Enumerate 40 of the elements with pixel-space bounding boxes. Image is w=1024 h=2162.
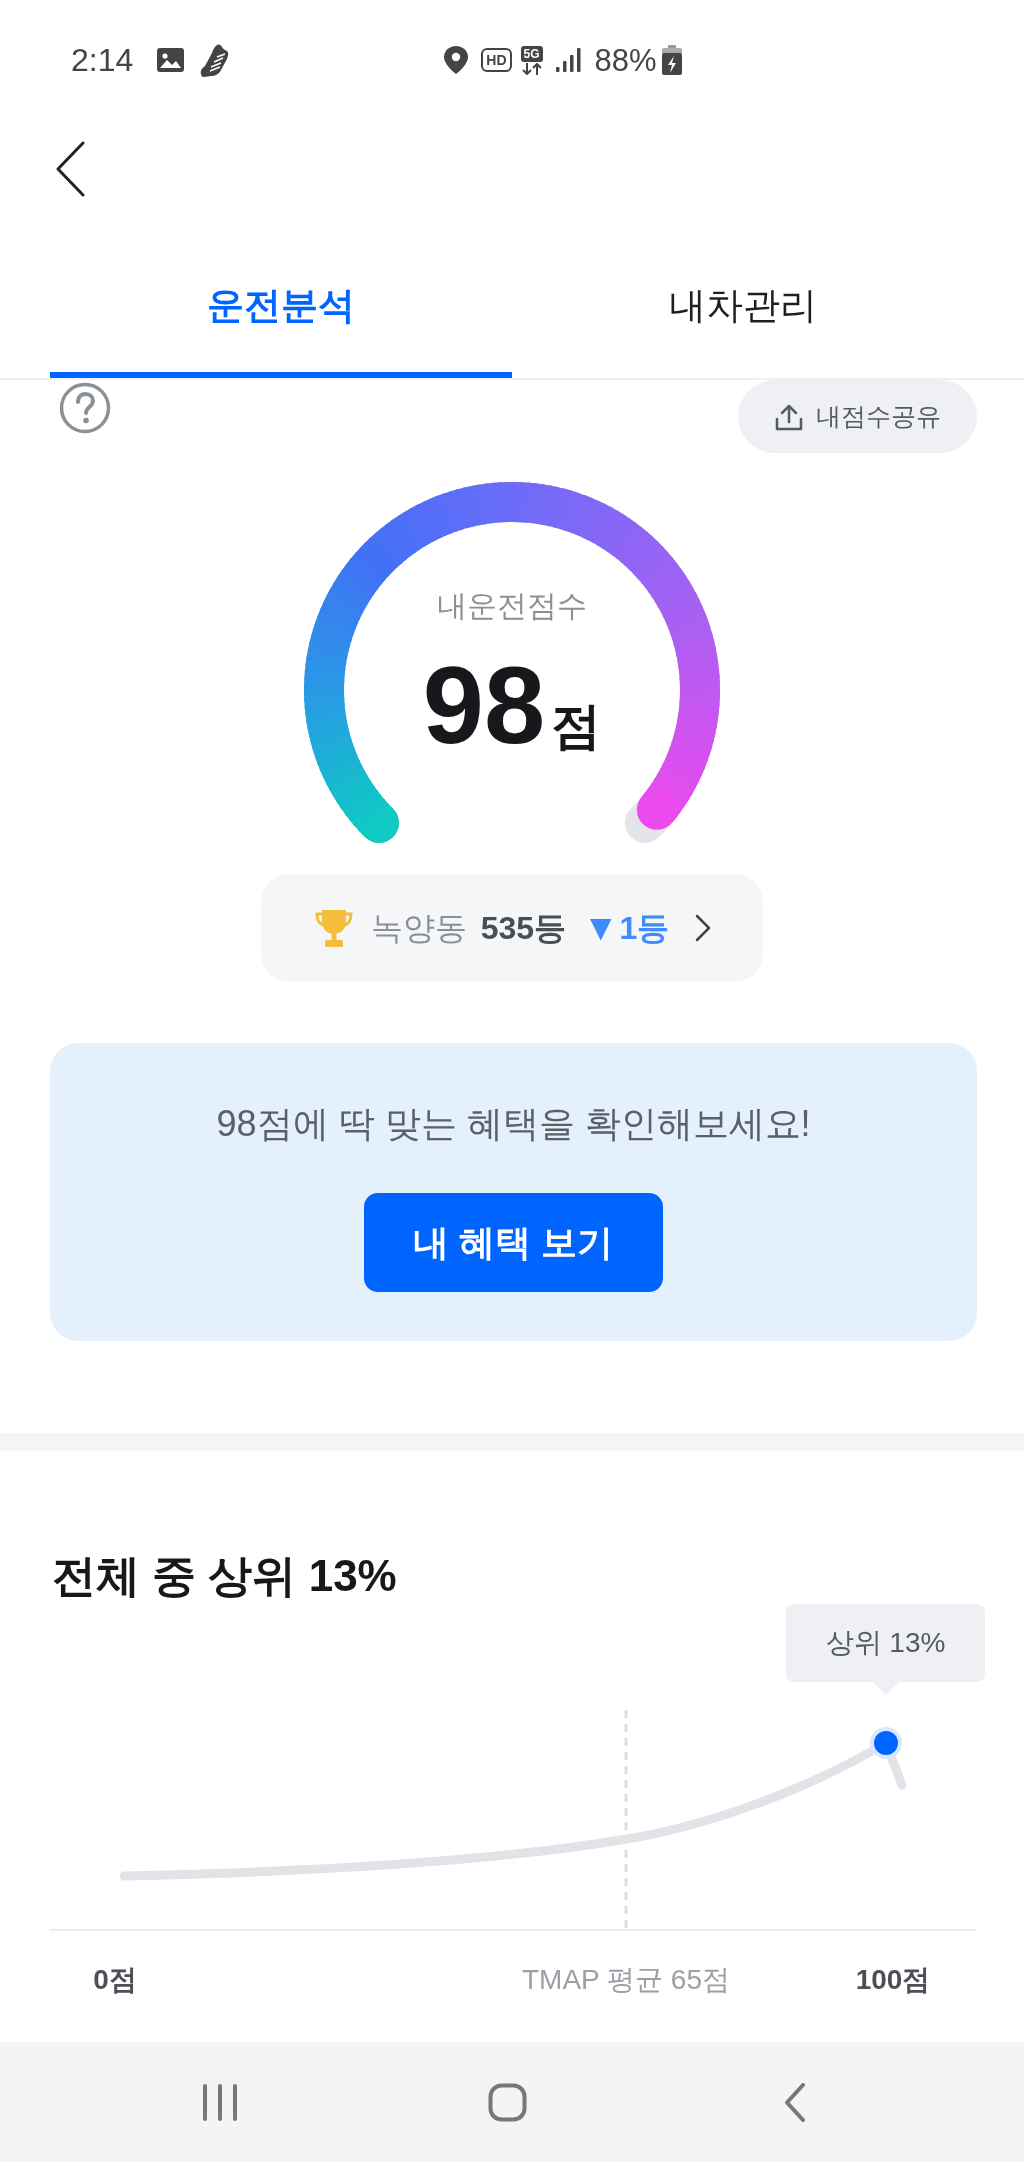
image-icon <box>157 48 185 72</box>
share-score-button[interactable]: 내점수공유 <box>738 380 977 453</box>
chevron-left-icon <box>55 141 85 197</box>
home-button[interactable] <box>487 2082 527 2122</box>
recent-apps-icon <box>202 2082 238 2122</box>
chevron-left-icon <box>782 2082 806 2122</box>
benefit-message: 98점에 딱 맞는 혜택을 확인해보세요! <box>216 1104 811 1144</box>
back-button[interactable] <box>55 141 85 197</box>
sneaker-icon <box>199 43 230 77</box>
battery-percent: 88% <box>594 44 657 76</box>
score-value: 98 <box>422 650 546 760</box>
score-tooltip: 상위 13% <box>786 1604 985 1682</box>
rank-text: 535등 <box>480 912 566 944</box>
score-unit: 점 <box>551 701 602 751</box>
status-time: 2:14 <box>71 44 134 76</box>
hd-voice-indicator: HD <box>481 48 512 72</box>
signal-icon <box>555 48 581 72</box>
score-label: 내운전점수 <box>437 588 587 624</box>
rank-card[interactable]: 녹양동 535등 ▼ 1등 <box>261 874 763 982</box>
view-benefits-button[interactable]: 내 혜택 보기 <box>364 1193 663 1292</box>
location-pin-icon <box>444 46 469 74</box>
help-icon <box>59 382 111 434</box>
axis-label: 0점 <box>93 1963 137 1997</box>
chevron-right-icon <box>695 914 712 942</box>
data-arrows-icon <box>521 62 542 75</box>
rank-change-arrow: ▼ <box>590 914 612 942</box>
back-nav-button[interactable] <box>782 2082 806 2122</box>
rank-change-text: 1등 <box>619 912 670 944</box>
tab[interactable]: 운전분석 <box>50 260 512 378</box>
home-icon <box>487 2082 527 2122</box>
axis-label: 100점 <box>855 1963 931 1997</box>
region-name: 녹양동 <box>370 912 467 944</box>
help-button[interactable] <box>59 382 111 434</box>
battery-charging-icon <box>661 45 682 75</box>
section-title: 전체 중 상위 13% <box>52 1553 397 1599</box>
axis-label: TMAP 평균 65점 <box>522 1963 730 1997</box>
score-marker-icon <box>870 1727 902 1759</box>
tab[interactable]: 내차관리 <box>512 260 974 378</box>
network-type-label: 5G <box>520 45 543 62</box>
recent-apps-button[interactable] <box>202 2082 238 2122</box>
